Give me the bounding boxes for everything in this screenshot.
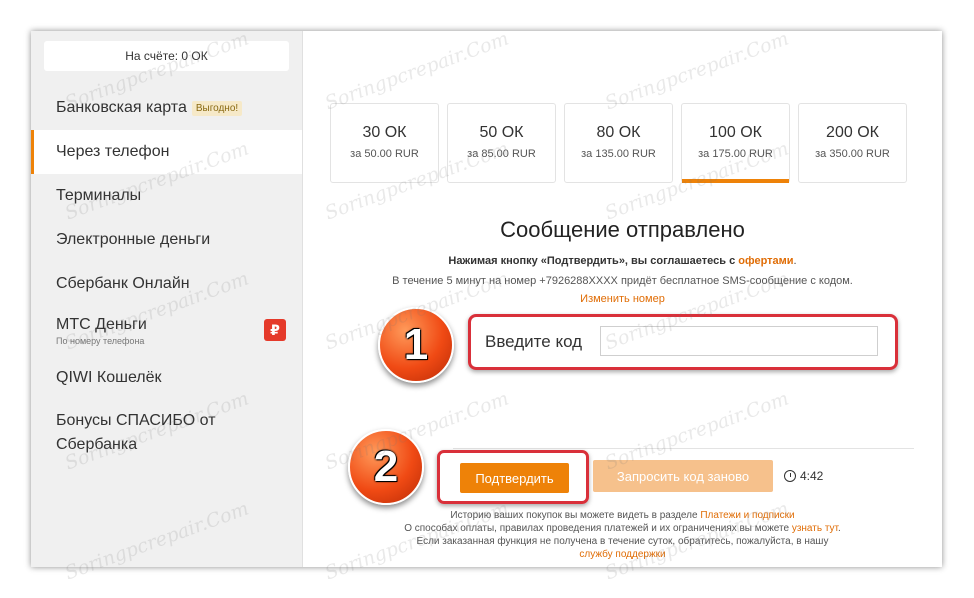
offers-link[interactable]: офертами — [738, 255, 793, 267]
divider — [453, 448, 914, 449]
sidebar-item-spasibo[interactable]: Бонусы СПАСИБО от Сбербанка — [31, 400, 302, 466]
clock-icon — [784, 470, 796, 482]
sidebar-item-label: Банковская карта — [56, 99, 187, 116]
learn-here-link[interactable]: узнать тут — [792, 523, 838, 534]
code-entry-highlight: Введите код — [468, 314, 898, 370]
mts-dengi-icon: ₽ — [264, 319, 286, 341]
balance-label: На счёте: 0 ОК — [44, 41, 289, 71]
payment-main: 30 ОК за 50.00 RUR 50 ОК за 85.00 RUR 80… — [303, 31, 942, 567]
payment-dialog: На счёте: 0 ОК Банковская карта Выгодно!… — [31, 31, 942, 567]
sidebar-item-label: Электронные деньги — [56, 231, 211, 248]
package-amount: 200 ОК — [826, 124, 879, 141]
sidebar-item-mts-dengi[interactable]: МТС Деньги По номеру телефона ₽ — [31, 306, 302, 356]
step-1-marker: 1 — [378, 307, 454, 383]
sidebar-item-e-money[interactable]: Электронные деньги — [31, 218, 302, 262]
package-price: за 135.00 RUR — [581, 148, 656, 160]
package-amount: 30 ОК — [362, 124, 407, 141]
footer-text: Если заказанная функция не получена в те… — [416, 536, 829, 547]
sidebar-item-terminals[interactable]: Терминалы — [31, 174, 302, 218]
package-price: за 350.00 RUR — [815, 148, 890, 160]
package-card[interactable]: 200 ОК за 350.00 RUR — [798, 103, 907, 183]
sidebar-item-label: Терминалы — [56, 187, 142, 204]
sidebar-item-qiwi[interactable]: QIWI Кошелёк — [31, 356, 302, 400]
sidebar-item-label: Сбербанк Онлайн — [56, 275, 190, 292]
package-price: за 175.00 RUR — [698, 148, 773, 160]
resend-timer: 4:42 — [784, 469, 823, 483]
package-amount: 50 ОК — [479, 124, 524, 141]
footer-text: О способах оплаты, правилах проведения п… — [404, 523, 790, 534]
sidebar-item-sberbank-online[interactable]: Сбербанк Онлайн — [31, 262, 302, 306]
sidebar-item-label: QIWI Кошелёк — [56, 369, 162, 386]
sidebar-item-phone[interactable]: Через телефон — [31, 130, 302, 174]
page-title: Сообщение отправлено — [500, 217, 745, 242]
code-label: Введите код — [485, 332, 583, 351]
package-amount: 100 ОК — [709, 124, 762, 141]
footer-info: Историю ваших покупок вы можете видеть в… — [404, 510, 841, 560]
sms-info-text: В течение 5 минут на номер +7926288XXXX … — [392, 275, 853, 287]
package-price: за 85.00 RUR — [467, 148, 536, 160]
payments-link[interactable]: Платежи и подписки — [700, 510, 794, 521]
package-card[interactable]: 50 ОК за 85.00 RUR — [447, 103, 556, 183]
footer-text: Историю ваших покупок вы можете видеть в… — [450, 510, 698, 521]
resend-code-button[interactable]: Запросить код заново — [593, 460, 773, 492]
timer-value: 4:42 — [800, 469, 824, 483]
package-card[interactable]: 80 ОК за 135.00 RUR — [564, 103, 673, 183]
change-number-link[interactable]: Изменить номер — [303, 293, 942, 305]
sidebar-item-bank-card[interactable]: Банковская карта Выгодно! — [31, 86, 302, 130]
package-amount: 80 ОК — [596, 124, 641, 141]
package-card-selected[interactable]: 100 ОК за 175.00 RUR — [681, 103, 790, 183]
profit-badge: Выгодно! — [191, 100, 243, 116]
sidebar-item-label: МТС Деньги — [56, 316, 147, 333]
sidebar-item-label: Через телефон — [56, 143, 170, 160]
payment-methods-menu: Банковская карта Выгодно! Через телефон … — [31, 86, 302, 466]
package-card[interactable]: 30 ОК за 50.00 RUR — [330, 103, 439, 183]
package-price: за 50.00 RUR — [350, 148, 419, 160]
package-list: 30 ОК за 50.00 RUR 50 ОК за 85.00 RUR 80… — [330, 103, 907, 183]
support-link[interactable]: службу поддержки — [579, 549, 665, 560]
sidebar-item-sublabel: По номеру телефона — [56, 336, 145, 346]
agreement-text: Нажимая кнопку «Подтвердить», вы соглаша… — [448, 255, 797, 267]
step-2-marker: 2 — [348, 429, 424, 505]
code-input[interactable] — [600, 326, 878, 356]
confirm-highlight: Подтвердить — [437, 450, 589, 504]
agreement-label: Нажимая кнопку «Подтвердить», вы соглаша… — [448, 255, 736, 267]
payment-methods-sidebar: На счёте: 0 ОК Банковская карта Выгодно!… — [31, 31, 303, 567]
confirm-button[interactable]: Подтвердить — [460, 463, 569, 493]
sidebar-item-label: Бонусы СПАСИБО от Сбербанка — [56, 412, 216, 453]
